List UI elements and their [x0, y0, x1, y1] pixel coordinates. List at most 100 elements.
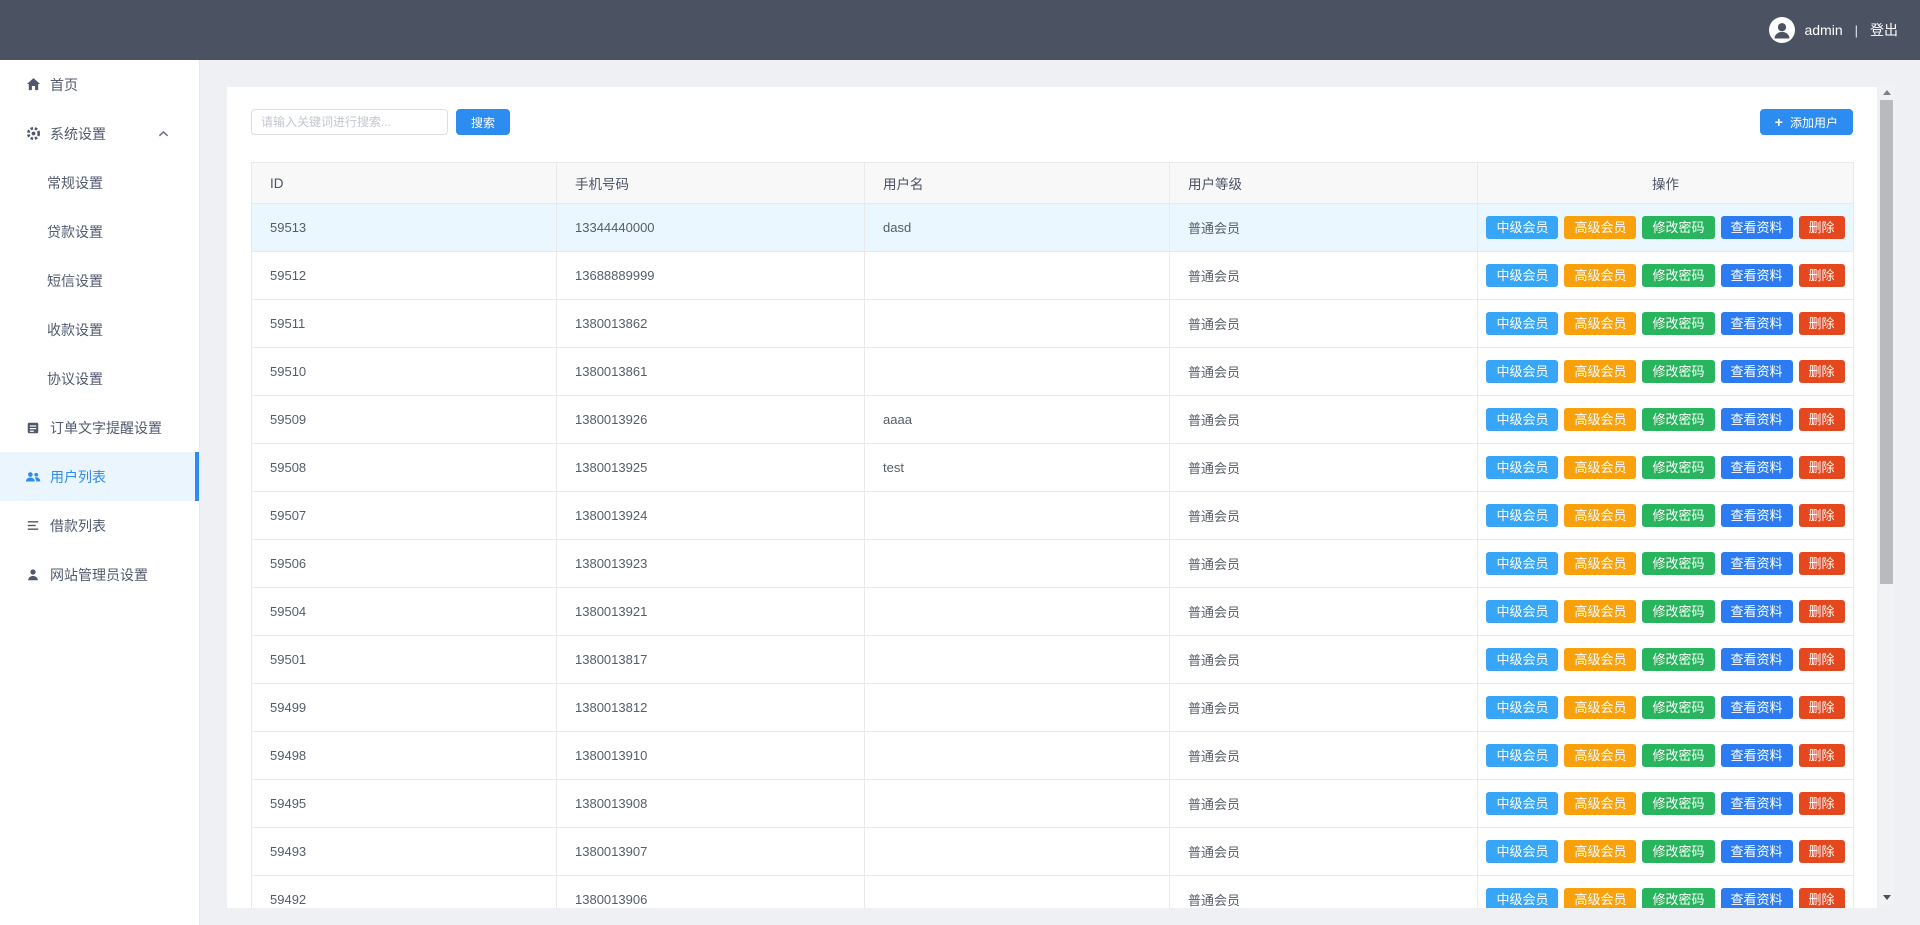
view-profile-button[interactable]: 查看资料 [1720, 648, 1793, 671]
senior-member-button[interactable]: 高级会员 [1564, 648, 1637, 671]
view-profile-button[interactable]: 查看资料 [1720, 360, 1793, 383]
sidebar-item-网站管理员设置[interactable]: 网站管理员设置 [0, 550, 199, 599]
sidebar-item-借款列表[interactable]: 借款列表 [0, 501, 199, 550]
sidebar-item-常规设置[interactable]: 常规设置 [0, 158, 199, 207]
mid-member-button[interactable]: 中级会员 [1486, 888, 1559, 908]
change-password-button[interactable]: 修改密码 [1642, 312, 1715, 335]
scroll-down-icon[interactable] [1879, 890, 1894, 905]
delete-button[interactable]: 删除 [1798, 456, 1845, 479]
change-password-button[interactable]: 修改密码 [1642, 744, 1715, 767]
sidebar-item-label: 常规设置 [47, 174, 103, 191]
view-profile-button[interactable]: 查看资料 [1720, 216, 1793, 239]
scroll-up-icon[interactable] [1879, 85, 1894, 100]
mid-member-button[interactable]: 中级会员 [1486, 600, 1559, 623]
mid-member-button[interactable]: 中级会员 [1486, 840, 1559, 863]
view-profile-button[interactable]: 查看资料 [1720, 552, 1793, 575]
mid-member-button[interactable]: 中级会员 [1486, 744, 1559, 767]
view-profile-button[interactable]: 查看资料 [1720, 888, 1793, 908]
change-password-button[interactable]: 修改密码 [1642, 264, 1715, 287]
senior-member-button[interactable]: 高级会员 [1564, 744, 1637, 767]
change-password-button[interactable]: 修改密码 [1642, 408, 1715, 431]
view-profile-button[interactable]: 查看资料 [1720, 456, 1793, 479]
view-profile-button[interactable]: 查看资料 [1720, 696, 1793, 719]
sidebar-item-系统设置[interactable]: 系统设置 [0, 109, 199, 158]
delete-button[interactable]: 删除 [1798, 744, 1845, 767]
view-profile-button[interactable]: 查看资料 [1720, 600, 1793, 623]
cell-username [864, 635, 1170, 684]
delete-button[interactable]: 删除 [1798, 792, 1845, 815]
user-area: admin | 登出 [1769, 0, 1898, 60]
delete-button[interactable]: 删除 [1798, 360, 1845, 383]
sidebar-item-贷款设置[interactable]: 贷款设置 [0, 207, 199, 256]
senior-member-button[interactable]: 高级会员 [1564, 552, 1637, 575]
senior-member-button[interactable]: 高级会员 [1564, 792, 1637, 815]
view-profile-button[interactable]: 查看资料 [1720, 504, 1793, 527]
change-password-button[interactable]: 修改密码 [1642, 600, 1715, 623]
mid-member-button[interactable]: 中级会员 [1486, 792, 1559, 815]
senior-member-button[interactable]: 高级会员 [1564, 696, 1637, 719]
change-password-button[interactable]: 修改密码 [1642, 648, 1715, 671]
delete-button[interactable]: 删除 [1798, 216, 1845, 239]
senior-member-button[interactable]: 高级会员 [1564, 888, 1637, 908]
senior-member-button[interactable]: 高级会员 [1564, 360, 1637, 383]
delete-button[interactable]: 删除 [1798, 840, 1845, 863]
mid-member-button[interactable]: 中级会员 [1486, 312, 1559, 335]
vertical-scrollbar[interactable] [1879, 85, 1894, 905]
delete-button[interactable]: 删除 [1798, 312, 1845, 335]
change-password-button[interactable]: 修改密码 [1642, 840, 1715, 863]
delete-button[interactable]: 删除 [1798, 264, 1845, 287]
mid-member-button[interactable]: 中级会员 [1486, 216, 1559, 239]
change-password-button[interactable]: 修改密码 [1642, 504, 1715, 527]
view-profile-button[interactable]: 查看资料 [1720, 312, 1793, 335]
mid-member-button[interactable]: 中级会员 [1486, 648, 1559, 671]
cell-username [864, 299, 1170, 348]
senior-member-button[interactable]: 高级会员 [1564, 264, 1637, 287]
mid-member-button[interactable]: 中级会员 [1486, 456, 1559, 479]
senior-member-button[interactable]: 高级会员 [1564, 600, 1637, 623]
view-profile-button[interactable]: 查看资料 [1720, 840, 1793, 863]
sidebar-item-用户列表[interactable]: 用户列表 [0, 452, 199, 501]
mid-member-button[interactable]: 中级会员 [1486, 264, 1559, 287]
view-profile-button[interactable]: 查看资料 [1720, 408, 1793, 431]
delete-button[interactable]: 删除 [1798, 408, 1845, 431]
mid-member-button[interactable]: 中级会员 [1486, 504, 1559, 527]
delete-button[interactable]: 删除 [1798, 504, 1845, 527]
scrollbar-thumb[interactable] [1880, 100, 1893, 584]
view-profile-button[interactable]: 查看资料 [1720, 744, 1793, 767]
mid-member-button[interactable]: 中级会员 [1486, 552, 1559, 575]
change-password-button[interactable]: 修改密码 [1642, 216, 1715, 239]
senior-member-button[interactable]: 高级会员 [1564, 408, 1637, 431]
mid-member-button[interactable]: 中级会员 [1486, 696, 1559, 719]
change-password-button[interactable]: 修改密码 [1642, 456, 1715, 479]
delete-button[interactable]: 删除 [1798, 648, 1845, 671]
view-profile-button[interactable]: 查看资料 [1720, 792, 1793, 815]
add-user-button[interactable]: + 添加用户 [1759, 109, 1853, 135]
sidebar-item-协议设置[interactable]: 协议设置 [0, 354, 199, 403]
change-password-button[interactable]: 修改密码 [1642, 552, 1715, 575]
search-button[interactable]: 搜索 [456, 109, 511, 135]
senior-member-button[interactable]: 高级会员 [1564, 216, 1637, 239]
change-password-button[interactable]: 修改密码 [1642, 360, 1715, 383]
change-password-button[interactable]: 修改密码 [1642, 888, 1715, 908]
senior-member-button[interactable]: 高级会员 [1564, 504, 1637, 527]
cell-username [864, 875, 1170, 908]
change-password-button[interactable]: 修改密码 [1642, 792, 1715, 815]
delete-button[interactable]: 删除 [1798, 696, 1845, 719]
senior-member-button[interactable]: 高级会员 [1564, 456, 1637, 479]
delete-button[interactable]: 删除 [1798, 600, 1845, 623]
sidebar-item-短信设置[interactable]: 短信设置 [0, 256, 199, 305]
senior-member-button[interactable]: 高级会员 [1564, 840, 1637, 863]
delete-button[interactable]: 删除 [1798, 888, 1845, 908]
sidebar-item-订单文字提醒设置[interactable]: 订单文字提醒设置 [0, 403, 199, 452]
sidebar-item-首页[interactable]: 首页 [0, 60, 199, 109]
sidebar-item-收款设置[interactable]: 收款设置 [0, 305, 199, 354]
logout-link[interactable]: 登出 [1870, 20, 1898, 40]
mid-member-button[interactable]: 中级会员 [1486, 408, 1559, 431]
view-profile-button[interactable]: 查看资料 [1720, 264, 1793, 287]
senior-member-button[interactable]: 高级会员 [1564, 312, 1637, 335]
sidebar-item-label: 网站管理员设置 [50, 566, 148, 583]
mid-member-button[interactable]: 中级会员 [1486, 360, 1559, 383]
delete-button[interactable]: 删除 [1798, 552, 1845, 575]
search-input[interactable] [251, 109, 448, 135]
change-password-button[interactable]: 修改密码 [1642, 696, 1715, 719]
